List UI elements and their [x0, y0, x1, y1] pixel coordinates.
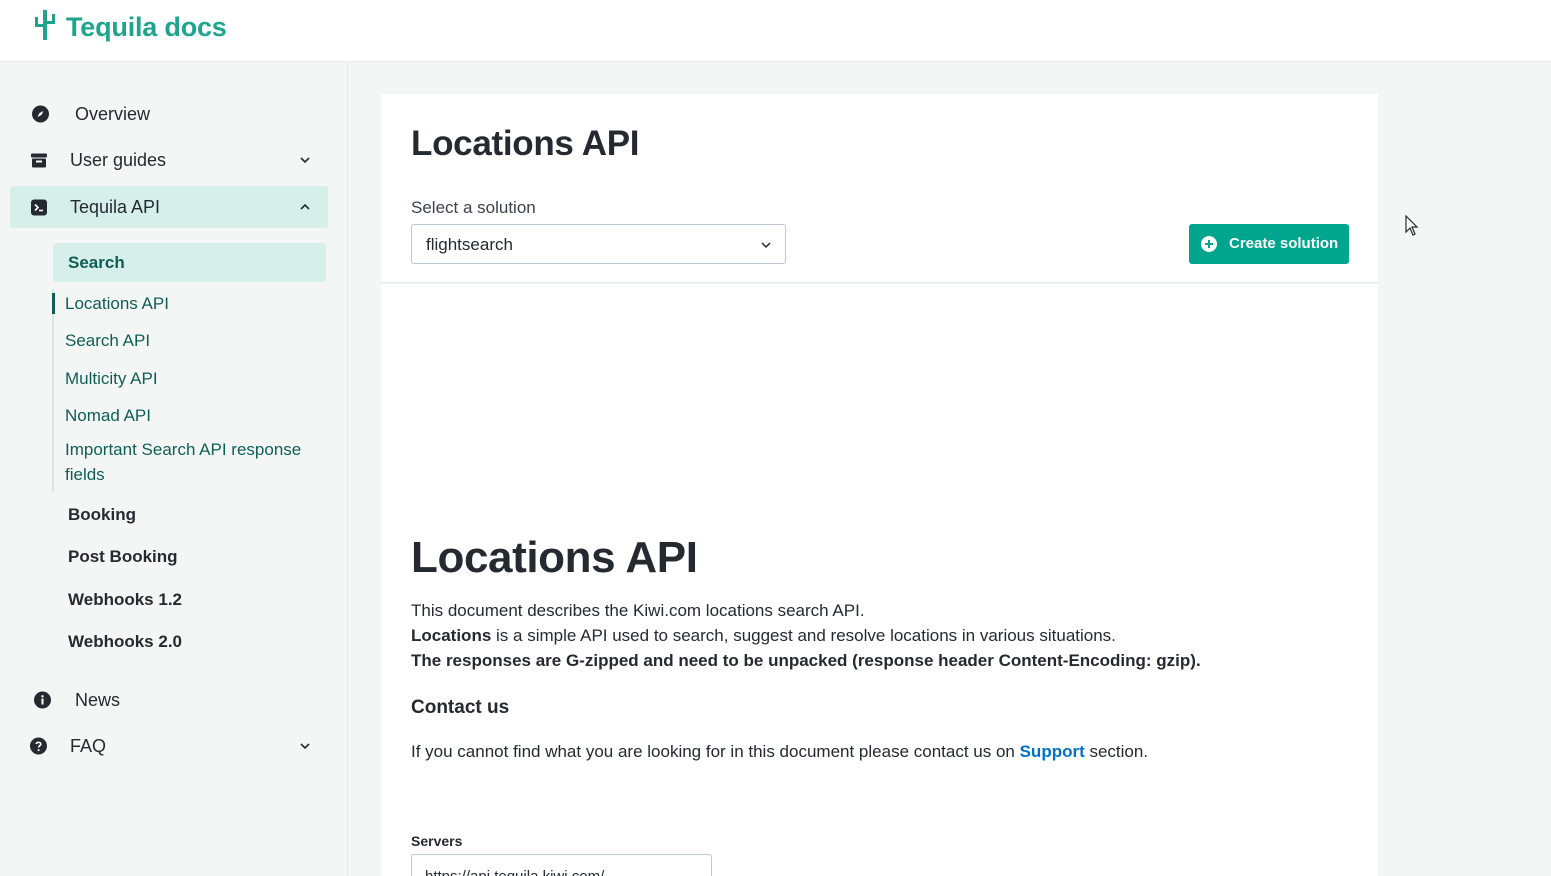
sidebar-section-webhooks-2-0[interactable]: Webhooks 2.0 — [53, 622, 326, 661]
sidebar-item-label: Tequila API — [70, 196, 161, 217]
terminal-icon — [30, 199, 47, 216]
doc-intro-line: This document describes the Kiwi.com loc… — [411, 601, 865, 620]
sidebar-link-important-fields[interactable]: Important Search API response fields — [65, 437, 320, 487]
plus-circle-icon — [1200, 235, 1218, 253]
search-links-list: Locations API Search API Multicity API N… — [52, 289, 327, 491]
contact-text: If you cannot find what you are looking … — [411, 742, 1148, 762]
sidebar-item-user-guides[interactable]: User guides — [10, 139, 328, 181]
sidebar-section-webhooks-1-2[interactable]: Webhooks 1.2 — [53, 580, 326, 619]
sidebar-section-label: Webhooks 2.0 — [68, 631, 182, 651]
doc-intro-bold: Locations — [411, 626, 492, 645]
sidebar-item-faq[interactable]: FAQ — [10, 725, 328, 767]
sidebar-item-label: FAQ — [70, 735, 107, 756]
contact-heading: Contact us — [411, 697, 510, 718]
servers-label: Servers — [411, 833, 463, 849]
archive-box-icon — [30, 152, 47, 169]
sidebar-item-label: Overview — [75, 103, 151, 124]
page-title: Locations API — [411, 124, 640, 163]
servers-select-value: https://api.tequila.kiwi.com/ — [425, 868, 604, 876]
sidebar-item-news[interactable]: News — [10, 679, 328, 721]
chevron-down-icon — [298, 153, 312, 167]
solution-select[interactable]: flightsearch — [411, 224, 786, 264]
chevron-up-icon — [298, 200, 312, 214]
support-link[interactable]: Support — [1020, 742, 1085, 761]
chevron-down-icon — [298, 739, 312, 753]
cactus-icon — [32, 8, 58, 47]
doc-intro-note: The responses are G-zipped and need to b… — [411, 651, 1201, 670]
doc-title: Locations API — [411, 533, 698, 582]
sidebar-section-search[interactable]: Search — [53, 243, 326, 282]
solution-select-label: Select a solution — [411, 198, 536, 217]
sidebar-link-locations-api[interactable]: Locations API — [52, 291, 320, 316]
sidebar-link-search-api[interactable]: Search API — [65, 328, 320, 353]
question-icon — [30, 737, 47, 755]
sidebar-link-multicity-api[interactable]: Multicity API — [65, 366, 320, 391]
sidebar-link-nomad-api[interactable]: Nomad API — [65, 403, 320, 428]
create-solution-button[interactable]: Create solution — [1189, 224, 1349, 264]
sidebar-section-booking[interactable]: Booking — [53, 495, 326, 534]
sidebar-section-label: Search — [68, 252, 125, 272]
top-bar: Tequila docs — [0, 0, 1551, 62]
mouse-cursor-icon — [1405, 214, 1419, 237]
sidebar-item-tequila-api[interactable]: Tequila API — [10, 186, 328, 228]
sidebar-item-label: News — [75, 689, 121, 710]
contact-text-before: If you cannot find what you are looking … — [411, 742, 1020, 761]
contact-text-after: section. — [1084, 742, 1149, 761]
logo-link[interactable]: Tequila docs — [32, 8, 227, 47]
sidebar: Overview User guides Tequila API Search … — [0, 63, 348, 876]
sidebar-section-label: Booking — [68, 504, 136, 524]
compass-icon — [32, 105, 49, 123]
sidebar-section-post-booking[interactable]: Post Booking — [53, 537, 326, 576]
solution-select-value: flightsearch — [426, 235, 513, 254]
logo-text: Tequila docs — [66, 12, 227, 42]
servers-select[interactable]: https://api.tequila.kiwi.com/ — [411, 854, 712, 876]
create-solution-label: Create solution — [1229, 235, 1339, 252]
doc-intro-rest: is a simple API used to search, suggest … — [491, 626, 1116, 645]
doc-intro-line: Locations is a simple API used to search… — [411, 626, 1116, 646]
sidebar-item-label: User guides — [70, 149, 167, 170]
sidebar-section-label: Webhooks 1.2 — [68, 589, 182, 609]
sidebar-item-overview[interactable]: Overview — [10, 93, 328, 135]
chevron-down-icon — [760, 238, 772, 250]
sidebar-section-label: Post Booking — [68, 546, 178, 566]
info-icon — [34, 691, 51, 709]
